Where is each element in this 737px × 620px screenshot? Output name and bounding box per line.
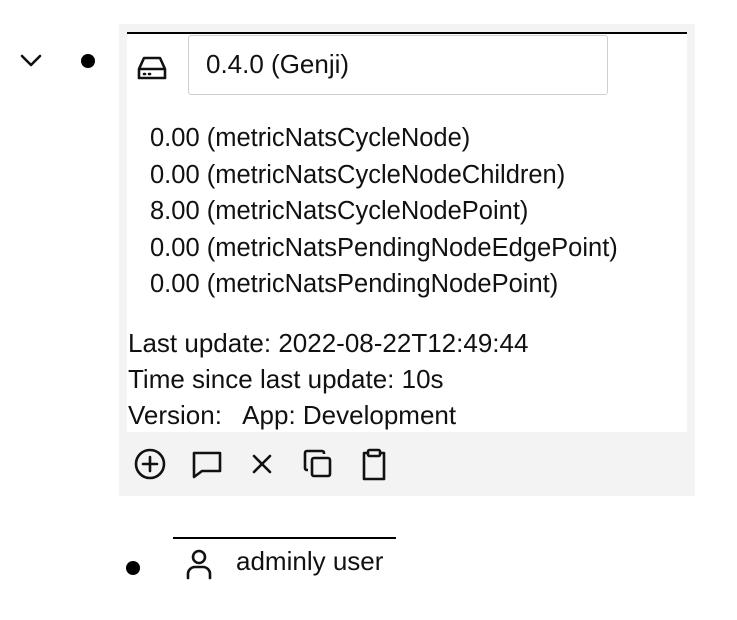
add-icon[interactable] (132, 446, 168, 482)
node-info: Last update: 2022-08-22T12:49:44 Time si… (128, 325, 528, 433)
paste-icon[interactable] (356, 446, 392, 482)
metric-item: 0.00 (metricNatsPendingNodeEdgePoint) (150, 233, 618, 262)
child-node-label[interactable]: adminly user (236, 543, 383, 579)
metrics-list: 0.00 (metricNatsCycleNode) 0.00 (metricN… (150, 120, 618, 303)
copy-icon[interactable] (300, 446, 336, 482)
close-icon[interactable] (244, 446, 280, 482)
node-title-field[interactable]: 0.4.0 (Genji) (188, 35, 608, 95)
metric-item: 8.00 (metricNatsCycleNodePoint) (150, 197, 529, 225)
metric-item: 0.00 (metricNatsCycleNode) (150, 124, 471, 152)
time-since-update-text: Time since last update: 10s (128, 364, 444, 394)
version-text: Version: App: Development (128, 400, 457, 430)
message-icon[interactable] (189, 446, 225, 482)
node-tree-view: 0.4.0 (Genji) 0.00 (metricNatsCycleNode)… (0, 0, 737, 620)
user-icon (182, 547, 216, 581)
tree-bullet (81, 54, 95, 68)
metric-item: 0.00 (metricNatsCycleNodeChildren) (150, 160, 566, 189)
divider (173, 537, 396, 539)
node-actions-toolbar (132, 446, 412, 486)
chevron-down-icon[interactable] (18, 50, 44, 72)
last-update-text: Last update: 2022-08-22T12:49:44 (128, 328, 529, 358)
tree-bullet (126, 561, 140, 575)
hard-drive-icon (136, 52, 168, 84)
metric-item: 0.00 (metricNatsPendingNodePoint) (150, 270, 559, 298)
